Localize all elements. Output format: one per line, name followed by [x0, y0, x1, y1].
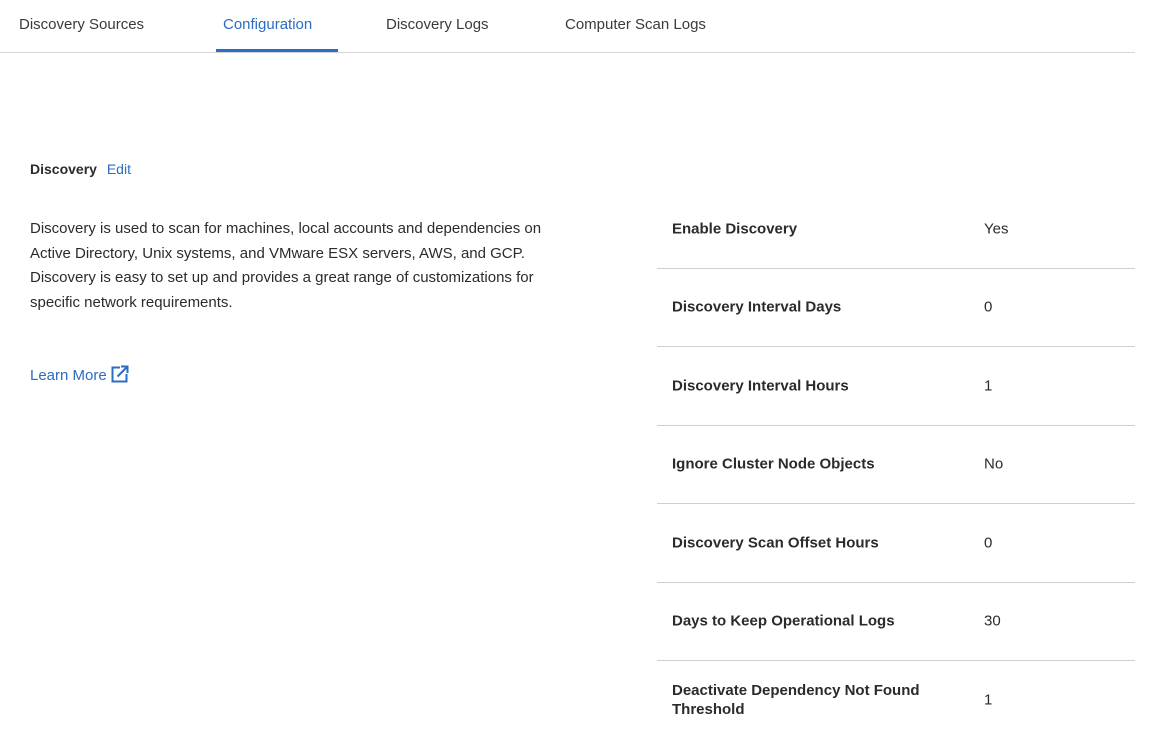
- setting-row: Deactivate Dependency Not Found Threshol…: [657, 661, 1135, 739]
- active-tab-indicator: [216, 49, 338, 52]
- setting-label: Enable Discovery: [672, 220, 798, 238]
- tab-discovery-sources[interactable]: Discovery Sources: [19, 16, 144, 33]
- tab-discovery-logs[interactable]: Discovery Logs: [386, 16, 489, 33]
- setting-row: Ignore Cluster Node Objects No: [657, 426, 1135, 504]
- section-header: Discovery Edit: [30, 161, 131, 177]
- discovery-settings-list: Enable Discovery Yes Discovery Interval …: [657, 190, 1135, 739]
- tab-computer-scan-logs[interactable]: Computer Scan Logs: [565, 16, 706, 33]
- setting-value: 0: [984, 534, 993, 552]
- tab-bar: Discovery Sources Configuration Discover…: [0, 0, 1135, 53]
- setting-label: Ignore Cluster Node Objects: [672, 455, 875, 473]
- setting-value: 30: [984, 612, 1001, 630]
- setting-label: Discovery Interval Days: [672, 298, 842, 316]
- setting-value: 1: [984, 377, 993, 395]
- setting-label: Deactivate Dependency Not Found Threshol…: [672, 681, 920, 718]
- section-description: Discovery is used to scan for machines, …: [30, 220, 542, 311]
- edit-link[interactable]: Edit: [107, 161, 131, 177]
- setting-row: Discovery Interval Days 0: [657, 269, 1135, 347]
- tab-configuration[interactable]: Configuration: [223, 16, 312, 33]
- setting-value: 0: [984, 298, 993, 316]
- setting-row: Discovery Scan Offset Hours 0: [657, 504, 1135, 583]
- learn-more-link[interactable]: Learn More: [30, 365, 129, 384]
- setting-label: Discovery Scan Offset Hours: [672, 534, 879, 552]
- setting-row: Days to Keep Operational Logs 30: [657, 583, 1135, 661]
- setting-row: Enable Discovery Yes: [657, 190, 1135, 269]
- setting-label: Days to Keep Operational Logs: [672, 612, 895, 630]
- setting-value: No: [984, 455, 1004, 473]
- learn-more-label: Learn More: [30, 367, 107, 384]
- external-link-icon: [111, 365, 129, 383]
- setting-value: Yes: [984, 220, 1009, 238]
- setting-label: Discovery Interval Hours: [672, 377, 849, 395]
- setting-value: 1: [984, 691, 993, 709]
- section-title: Discovery: [30, 161, 97, 177]
- setting-row: Discovery Interval Hours 1: [657, 347, 1135, 426]
